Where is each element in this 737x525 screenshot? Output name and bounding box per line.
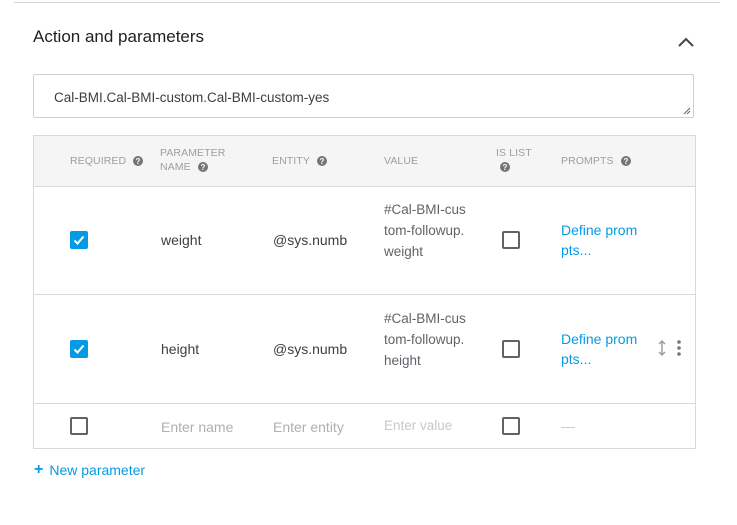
parameter-value[interactable]: #Cal-BMI-custom-followup.height xyxy=(384,308,466,371)
chevron-up-icon xyxy=(678,37,694,47)
parameter-value-input[interactable] xyxy=(384,418,484,433)
prompts-placeholder: — xyxy=(561,418,575,434)
svg-text:?: ? xyxy=(623,157,628,166)
new-parameter-row: — xyxy=(34,404,695,449)
help-icon[interactable]: ? xyxy=(620,156,631,167)
check-icon xyxy=(73,344,85,354)
is-list-checkbox[interactable] xyxy=(502,417,520,435)
check-icon xyxy=(73,235,85,245)
required-checkbox[interactable] xyxy=(70,231,88,249)
parameter-name[interactable]: height xyxy=(161,341,199,357)
top-divider xyxy=(14,2,720,3)
parameters-table: REQUIRED ? PARAMETER NAME ? ENTITY ? VAL… xyxy=(33,135,696,449)
table-header: REQUIRED ? PARAMETER NAME ? ENTITY ? VAL… xyxy=(34,136,695,187)
parameter-entity[interactable]: @sys.number xyxy=(273,232,347,248)
help-icon[interactable]: ? xyxy=(197,162,208,173)
new-parameter-label: New parameter xyxy=(49,462,146,478)
header-is-list: IS LIST ? xyxy=(496,147,532,173)
parameter-entity[interactable]: @sys.number xyxy=(273,341,347,357)
resize-grip-icon[interactable] xyxy=(683,107,691,115)
svg-text:?: ? xyxy=(200,163,205,172)
plus-icon: + xyxy=(34,461,44,478)
define-prompts-link[interactable]: Define prompts... xyxy=(561,220,643,260)
vertical-drag-icon[interactable] xyxy=(656,339,668,357)
is-list-checkbox[interactable] xyxy=(502,340,520,358)
action-value: Cal-BMI.Cal-BMI-custom.Cal-BMI-custom-ye… xyxy=(54,90,330,105)
svg-text:?: ? xyxy=(503,163,508,172)
define-prompts-link[interactable]: Define prompts... xyxy=(561,329,643,369)
more-vertical-icon[interactable] xyxy=(676,339,682,357)
collapse-button[interactable] xyxy=(672,30,700,54)
header-parameter-name: PARAMETER NAME ? xyxy=(160,147,226,173)
header-value: VALUE xyxy=(384,155,419,167)
action-input[interactable]: Cal-BMI.Cal-BMI-custom.Cal-BMI-custom-ye… xyxy=(33,74,694,118)
svg-text:?: ? xyxy=(319,157,324,166)
parameter-value[interactable]: #Cal-BMI-custom-followup.weight xyxy=(384,199,466,262)
required-checkbox[interactable] xyxy=(70,417,88,435)
is-list-checkbox[interactable] xyxy=(502,231,520,249)
header-entity: ENTITY ? xyxy=(272,154,327,168)
header-prompts: PROMPTS ? xyxy=(561,154,631,168)
parameter-name[interactable]: weight xyxy=(161,232,201,248)
parameter-name-input[interactable] xyxy=(161,419,261,435)
svg-text:?: ? xyxy=(136,157,141,166)
table-row: weight @sys.number #Cal-BMI-custom-follo… xyxy=(34,186,695,295)
new-parameter-button[interactable]: + New parameter xyxy=(34,461,145,479)
header-required: REQUIRED ? xyxy=(70,154,144,168)
parameter-entity-input[interactable] xyxy=(273,419,373,435)
section-title: Action and parameters xyxy=(33,27,205,46)
help-icon[interactable]: ? xyxy=(133,156,144,167)
help-icon[interactable]: ? xyxy=(316,156,327,167)
help-icon[interactable]: ? xyxy=(500,162,510,173)
required-checkbox[interactable] xyxy=(70,340,88,358)
table-row: height @sys.number #Cal-BMI-custom-follo… xyxy=(34,295,695,404)
